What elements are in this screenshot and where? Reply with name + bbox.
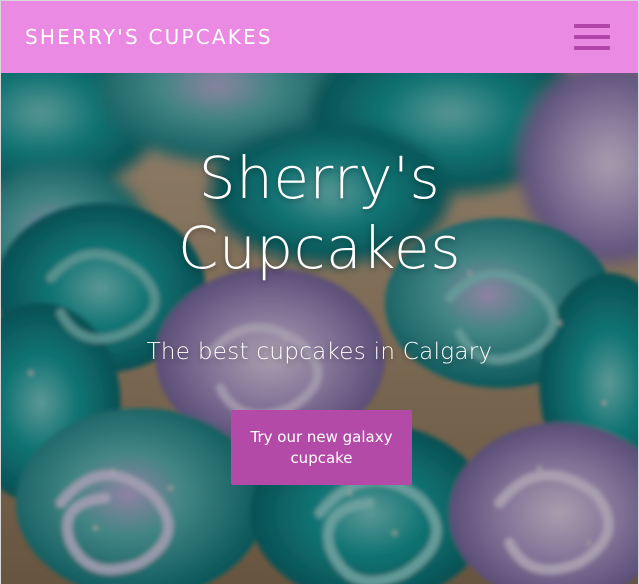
hero-title: Sherry's Cupcakes (178, 144, 461, 282)
hamburger-bar (574, 24, 610, 28)
brand-logo-link[interactable]: SHERRY'S CUPCAKES (25, 25, 273, 49)
navbar: SHERRY'S CUPCAKES (1, 1, 638, 73)
hero-subtitle: The best cupcakes in Calgary (146, 339, 493, 365)
hero-section: Sherry's Cupcakes The best cupcakes in C… (1, 73, 638, 584)
hamburger-bar (574, 35, 610, 39)
hamburger-menu-icon[interactable] (574, 24, 610, 50)
page: SHERRY'S CUPCAKES Sherry's Cupcakes The … (0, 0, 639, 584)
try-galaxy-cupcake-button[interactable]: Try our new galaxy cupcake (231, 410, 412, 485)
hamburger-bar (574, 46, 610, 50)
hero-content: Sherry's Cupcakes The best cupcakes in C… (1, 73, 638, 584)
